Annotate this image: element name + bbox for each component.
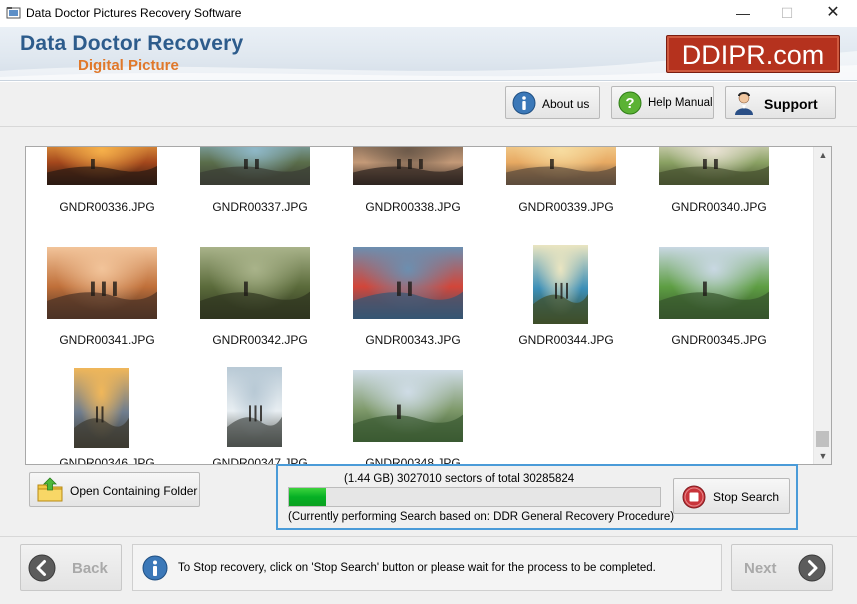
search-progress-panel: (1.44 GB) 3027010 sectors of total 30285…: [276, 464, 798, 530]
brand-subtitle: Digital Picture: [78, 57, 179, 74]
next-button[interactable]: Next: [731, 544, 833, 591]
photo-thumbnail-image[interactable]: [200, 247, 310, 319]
about-us-label: About us: [542, 97, 590, 111]
photo-thumbnail-image[interactable]: [353, 147, 463, 185]
thumbnail-gallery[interactable]: GNDR00336.JPG GNDR00337.JPG GNDR00338.JPG G…: [25, 146, 832, 465]
info-message: To Stop recovery, click on 'Stop Search'…: [178, 562, 656, 574]
open-folder-label: Open Containing Folder: [70, 484, 198, 498]
photo-silhouette: [227, 405, 282, 447]
back-arrow-icon: [28, 554, 56, 582]
maximize-button[interactable]: ☐: [772, 4, 802, 22]
window-title: Data Doctor Pictures Recovery Software: [26, 6, 242, 20]
photo-thumbnail-image[interactable]: [47, 247, 157, 319]
photo-silhouette: [47, 159, 157, 185]
support-button[interactable]: Support: [725, 86, 836, 119]
photo-silhouette: [353, 159, 463, 185]
divider: [0, 536, 857, 537]
divider: [0, 126, 857, 127]
thumbnail-item[interactable]: GNDR00340.JPG: [644, 147, 794, 245]
thumbnail-filename: GNDR00337.JPG: [212, 200, 308, 214]
photo-thumbnail-image[interactable]: [200, 147, 310, 185]
stop-search-label: Stop Search: [713, 490, 780, 504]
photo-thumbnail-image[interactable]: [227, 367, 282, 447]
photo-silhouette: [200, 159, 310, 185]
minimize-button[interactable]: —: [728, 4, 758, 22]
thumbnail-item[interactable]: GNDR00342.JPG: [185, 245, 335, 355]
thumbnail-filename: GNDR00343.JPG: [365, 333, 461, 347]
back-button[interactable]: Back: [20, 544, 122, 591]
stop-search-button[interactable]: Stop Search: [673, 478, 790, 514]
about-us-button[interactable]: About us: [505, 86, 600, 119]
photo-thumbnail-image[interactable]: [47, 147, 157, 185]
photo-silhouette: [353, 404, 463, 442]
next-label: Next: [744, 560, 777, 577]
photo-silhouette: [659, 159, 769, 185]
thumbnail-item[interactable]: GNDR00338.JPG: [338, 147, 488, 245]
thumbnail-item[interactable]: GNDR00339.JPG: [491, 147, 641, 245]
thumbnail-filename: GNDR00341.JPG: [59, 333, 155, 347]
thumbnail-filename: GNDR00345.JPG: [671, 333, 767, 347]
support-person-icon: [735, 92, 753, 115]
thumbnail-filename: GNDR00340.JPG: [671, 200, 767, 214]
info-message-box: To Stop recovery, click on 'Stop Search'…: [132, 544, 722, 591]
brand-title: Data Doctor Recovery: [20, 32, 244, 55]
app-icon: [6, 7, 21, 19]
photo-thumbnail-image[interactable]: [506, 147, 616, 185]
thumbnail-item[interactable]: GNDR00336.JPG: [32, 147, 182, 245]
photo-thumbnail-image[interactable]: [353, 370, 463, 442]
photo-silhouette: [353, 281, 463, 319]
header-banner: Data Doctor Recovery Digital Picture DDI…: [0, 27, 857, 81]
photo-thumbnail-image[interactable]: [659, 247, 769, 319]
info-icon: [142, 555, 168, 581]
svg-text:?: ?: [625, 95, 634, 112]
stop-icon: [682, 485, 706, 509]
thumbnail-item[interactable]: GNDR00344.JPG: [491, 245, 641, 355]
search-status-text: (Currently performing Search based on: D…: [288, 511, 675, 523]
open-containing-folder-button[interactable]: Open Containing Folder: [29, 472, 200, 507]
photo-silhouette: [47, 281, 157, 319]
scroll-down-icon[interactable]: ▼: [814, 448, 832, 464]
ddipr-logo: DDIPR.com: [666, 35, 840, 73]
progress-bar: [288, 487, 661, 507]
logo-text: DDIPR.com: [681, 40, 825, 70]
photo-thumbnail-image[interactable]: [533, 245, 588, 324]
thumbnail-filename: GNDR00346.JPG: [59, 456, 155, 465]
photo-silhouette: [200, 281, 310, 319]
thumbnail-item[interactable]: GNDR00347.JPG: [185, 365, 335, 464]
thumbnail-item[interactable]: GNDR00345.JPG: [644, 245, 794, 355]
scroll-thumb[interactable]: [816, 431, 829, 447]
support-label: Support: [764, 96, 818, 112]
help-icon: ?: [618, 91, 642, 115]
thumbnail-filename: GNDR00338.JPG: [365, 200, 461, 214]
thumbnail-filename: GNDR00344.JPG: [518, 333, 614, 347]
sectors-progress-text: (1.44 GB) 3027010 sectors of total 30285…: [344, 473, 575, 485]
photo-silhouette: [533, 282, 588, 324]
title-bar: Data Doctor Pictures Recovery Software —…: [0, 0, 857, 27]
thumbnail-item[interactable]: GNDR00343.JPG: [338, 245, 488, 355]
close-button[interactable]: ✕: [818, 4, 848, 22]
folder-up-icon: [37, 477, 63, 502]
thumbnail-filename: GNDR00342.JPG: [212, 333, 308, 347]
thumbnail-item[interactable]: GNDR00337.JPG: [185, 147, 335, 245]
back-label: Back: [72, 560, 108, 577]
photo-silhouette: [659, 281, 769, 319]
scroll-up-icon[interactable]: ▲: [814, 147, 832, 163]
photo-silhouette: [74, 406, 129, 448]
progress-fill: [289, 488, 327, 506]
thumbnail-item[interactable]: GNDR00348.JPG: [338, 365, 488, 464]
next-arrow-icon: [798, 554, 826, 582]
photo-silhouette: [506, 159, 616, 185]
photo-thumbnail-image[interactable]: [659, 147, 769, 185]
thumbnail-filename: GNDR00336.JPG: [59, 200, 155, 214]
info-icon: [512, 91, 536, 115]
gallery-scrollbar[interactable]: ▲ ▼: [813, 147, 831, 464]
thumbnail-item[interactable]: GNDR00346.JPG: [32, 365, 182, 465]
help-manual-button[interactable]: ? Help Manual: [611, 86, 714, 119]
thumbnail-filename: GNDR00339.JPG: [518, 200, 614, 214]
photo-thumbnail-image[interactable]: [353, 247, 463, 319]
help-manual-label: Help Manual: [648, 97, 713, 109]
photo-thumbnail-image[interactable]: [74, 368, 129, 448]
thumbnail-item[interactable]: GNDR00341.JPG: [32, 245, 182, 355]
